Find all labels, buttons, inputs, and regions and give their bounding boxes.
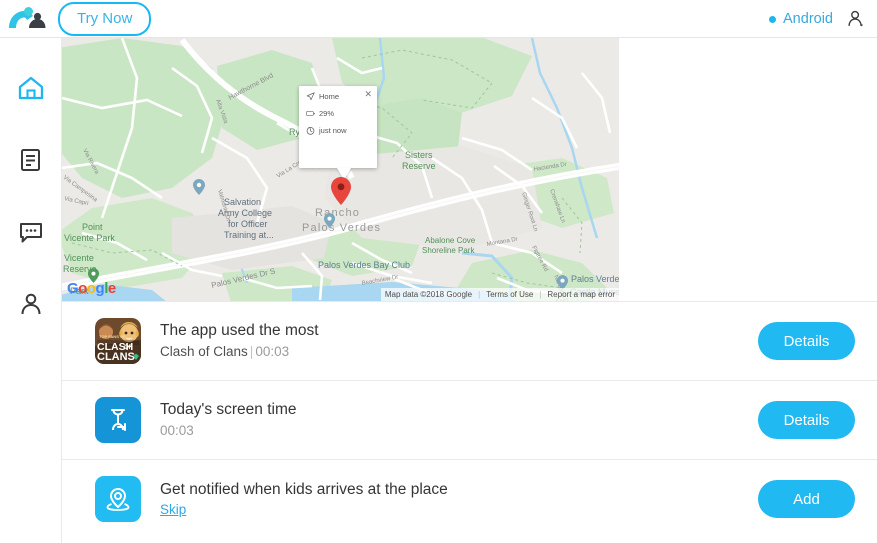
list-item: Today's screen time 00:03 Details — [62, 380, 877, 459]
document-icon — [20, 149, 40, 171]
list-item: TOP FANS OF CLASH OF CLANS The app used … — [62, 301, 877, 380]
svg-text:Abalone Cove: Abalone Cove — [425, 236, 476, 245]
poi-marker-icon — [193, 179, 205, 195]
sidebar-item-profile[interactable] — [4, 282, 58, 326]
clock-icon — [306, 126, 315, 135]
info-card-time: just now — [319, 126, 347, 135]
main-content: Ryan ParkHawthorne BlvdCarter DrMonte Dr… — [62, 38, 877, 543]
svg-text:Palos Verde: Palos Verde — [571, 274, 619, 284]
row-action-group: Details — [758, 401, 855, 439]
row-text-group: The app used the most Clash of Clans | 00:… — [160, 322, 319, 359]
chat-bubble-icon — [19, 223, 42, 243]
platform-selector[interactable]: Android — [769, 11, 833, 27]
app-window: Try Now Android Hawthorne Blvd Alta Vist… — [0, 0, 877, 543]
row-subtitle: Clash of Clans | 00:03 — [160, 344, 319, 360]
app-usage-time: 00:03 — [255, 344, 290, 360]
home-icon — [18, 76, 43, 100]
row-action-group: Details — [758, 322, 855, 360]
svg-text:Vicente: Vicente — [64, 253, 94, 263]
svg-text:Shoreline Park: Shoreline Park — [422, 246, 475, 255]
location-pin-icon — [95, 476, 141, 522]
svg-text:for Officer: for Officer — [228, 219, 267, 229]
battery-icon — [306, 109, 315, 118]
dashboard-list: TOP FANS OF CLASH OF CLANS The app used … — [62, 301, 877, 538]
sidebar-item-home[interactable] — [4, 66, 58, 110]
terms-of-use-link[interactable]: Terms of Use — [486, 290, 533, 299]
report-map-error-link[interactable]: Report a map error — [547, 290, 615, 299]
svg-text:Rancho: Rancho — [315, 207, 360, 219]
info-row-time: just now — [306, 126, 370, 135]
info-row-title: Home — [306, 92, 370, 101]
details-button[interactable]: Details — [758, 401, 855, 439]
svg-text:Salvation: Salvation — [224, 197, 261, 207]
row-action-group: Add — [758, 480, 855, 518]
sidebar-item-reports[interactable] — [4, 138, 58, 182]
attrib-divider: | — [539, 290, 542, 299]
poi-marker-icon — [323, 213, 336, 228]
info-card-battery: 29% — [319, 109, 335, 118]
header-right-group: Android — [769, 0, 869, 38]
skip-link[interactable]: Skip — [160, 502, 448, 517]
svg-text:Sisters: Sisters — [405, 150, 433, 160]
svg-text:CLANS: CLANS — [97, 351, 135, 363]
add-button[interactable]: Add — [758, 480, 855, 518]
platform-label: Android — [783, 11, 833, 27]
svg-text:Palos Verdes: Palos Verdes — [302, 222, 381, 234]
info-card-title: Home — [319, 92, 340, 101]
map-data-credit: Map data ©2018 Google — [384, 290, 473, 299]
top-header-bar: Try Now Android — [0, 0, 877, 38]
left-sidebar — [0, 38, 62, 543]
close-icon[interactable]: ✕ — [364, 90, 372, 99]
row-text-group: Today's screen time 00:03 — [160, 401, 297, 438]
svg-text:Army College: Army College — [218, 208, 272, 218]
navigation-arrow-icon — [306, 92, 315, 101]
row-title: Today's screen time — [160, 401, 297, 419]
info-row-battery: 29% — [306, 109, 370, 118]
google-logo: Google — [67, 280, 116, 297]
hourglass-icon — [95, 397, 141, 443]
sidebar-item-messages[interactable] — [4, 210, 58, 254]
user-account-icon[interactable] — [843, 6, 869, 32]
svg-text:Reserve: Reserve — [402, 161, 436, 171]
location-info-card[interactable]: ✕ Home 29% just now — [299, 86, 377, 180]
famisafe-logo[interactable] — [6, 6, 48, 32]
svg-text:TOP FANS OF: TOP FANS OF — [99, 334, 126, 339]
svg-text:Point: Point — [82, 222, 103, 232]
row-subtitle: 00:03 — [160, 423, 194, 439]
row-title: Get notified when kids arrives at the pl… — [160, 480, 448, 498]
svg-text:Vicente Park: Vicente Park — [64, 233, 115, 243]
list-item: Get notified when kids arrives at the pl… — [62, 459, 877, 538]
svg-text:Training at...: Training at... — [224, 230, 274, 240]
row-text-group: Get notified when kids arrives at the pl… — [160, 481, 448, 518]
try-now-button[interactable]: Try Now — [58, 1, 152, 36]
location-map[interactable]: Ryan ParkHawthorne BlvdCarter DrMonte Dr… — [62, 38, 619, 301]
map-attribution: Map data ©2018 Google | Terms of Use | R… — [380, 288, 619, 301]
row-title: The app used the most — [160, 322, 319, 340]
svg-text:Palos Verdes Bay Club: Palos Verdes Bay Club — [318, 260, 410, 270]
person-icon — [21, 293, 40, 315]
clash-of-clans-app-icon: TOP FANS OF CLASH OF CLANS — [95, 318, 141, 364]
attrib-divider: | — [478, 290, 481, 299]
app-name: Clash of Clans — [160, 344, 248, 360]
status-dot-icon — [769, 15, 777, 23]
details-button[interactable]: Details — [758, 322, 855, 360]
location-pin-marker[interactable] — [330, 176, 352, 206]
